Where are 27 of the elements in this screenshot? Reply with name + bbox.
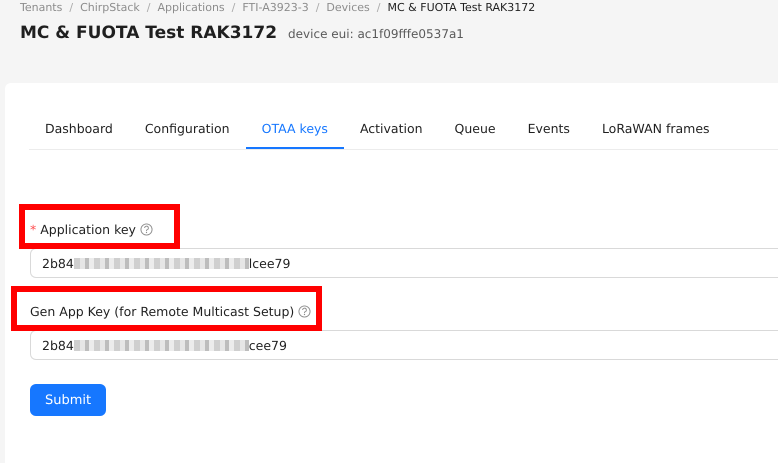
required-mark: *	[30, 222, 36, 237]
page-title: MC & FUOTA Test RAK3172	[20, 23, 278, 43]
tab[interactable]: Dashboard	[29, 113, 129, 149]
value-text: lcee79	[248, 256, 290, 270]
field-label: Application key	[40, 222, 136, 237]
breadcrumb-current: MC & FUOTA Test RAK3172	[388, 1, 536, 15]
breadcrumb-separator: /	[146, 1, 150, 15]
value-text: 2b84	[42, 338, 74, 352]
device-eui: device eui: ac1f09fffe0537a1	[288, 27, 464, 41]
field-label: Gen App Key (for Remote Multicast Setup)	[30, 304, 294, 319]
tab[interactable]: Events	[512, 113, 586, 149]
breadcrumb-separator: /	[376, 1, 380, 15]
help-icon[interactable]	[298, 305, 312, 318]
tab[interactable]: Configuration	[128, 113, 246, 149]
breadcrumb-separator: /	[69, 1, 74, 15]
breadcrumb-separator: /	[232, 1, 236, 15]
input-field[interactable]: 2b84 cee79	[30, 330, 778, 360]
submit-button[interactable]: Submit	[30, 384, 106, 416]
tab[interactable]: OTAA keys	[246, 113, 344, 149]
value-text: 2b84	[42, 256, 74, 270]
breadcrumb-separator: /	[316, 1, 320, 15]
tab[interactable]: Activation	[344, 113, 439, 149]
tab[interactable]: Queue	[438, 113, 512, 149]
help-icon[interactable]	[140, 223, 153, 236]
tab[interactable]: LoRaWAN frames	[586, 113, 726, 149]
value-text: cee79	[248, 338, 287, 352]
input-field[interactable]: 2b84 lcee79	[30, 248, 778, 278]
